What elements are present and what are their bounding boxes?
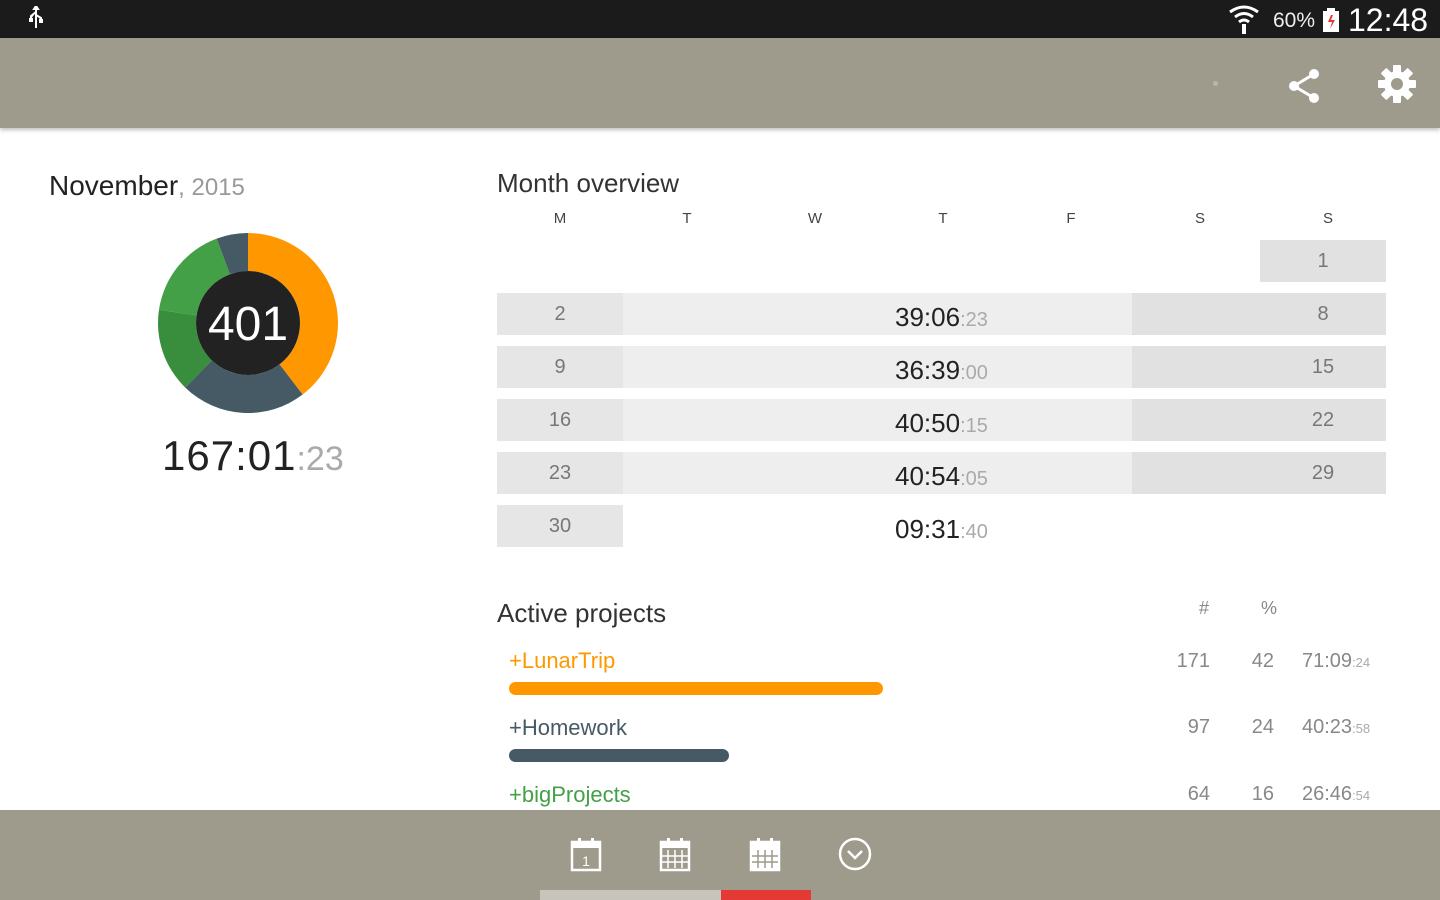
count-column-header: #: [1199, 598, 1210, 618]
entry-count: 401: [208, 298, 288, 351]
project-time-sec: :54: [1352, 788, 1371, 803]
calendar-day: 15: [1311, 355, 1335, 378]
usb-icon: [26, 4, 46, 35]
tab-indicator-track: [540, 890, 721, 900]
calendar-day: 8: [1317, 302, 1329, 325]
month-total-sec: :23: [296, 440, 344, 478]
project-time-sec: :24: [1352, 655, 1371, 670]
project-name: +bigProjects: [509, 782, 631, 807]
calendar-weekend[interactable]: 8: [1132, 293, 1386, 335]
project-time-hm: 26:46: [1302, 783, 1353, 805]
project-count: 171: [1176, 650, 1210, 672]
project-time-hm: 71:09: [1302, 650, 1353, 672]
week-total-hm: 36:39: [895, 355, 961, 385]
bottom-nav-bar: 1: [0, 810, 1440, 900]
project-percent: 42: [1251, 650, 1274, 672]
month-name: November: [49, 170, 179, 201]
battery-icon: [1322, 8, 1340, 37]
week-total-hm: 40:54: [895, 461, 961, 491]
wifi-icon: [1228, 4, 1260, 39]
week-total-hm: 09:31: [895, 514, 961, 544]
calendar-day: 22: [1311, 408, 1335, 431]
calendar-day[interactable]: 23: [497, 452, 623, 494]
month-overview-title: Month overview: [497, 168, 680, 198]
month-total-hm: 167:01: [162, 432, 297, 479]
calendar-weekend[interactable]: 29: [1132, 452, 1386, 494]
project-count: 97: [1187, 716, 1210, 738]
weekday-header: T: [938, 210, 948, 227]
calendar-month-icon[interactable]: [747, 836, 783, 872]
project-time-sec: :58: [1352, 721, 1371, 736]
tab-indicator-active: [721, 890, 811, 900]
calendar-day: 29: [1311, 461, 1335, 484]
week-total-sec: :40: [960, 521, 988, 543]
week-total: 36:39:00: [895, 355, 988, 386]
week-total: 39:06:23: [895, 302, 988, 333]
calendar-day[interactable]: 1: [1260, 240, 1386, 282]
project-donut-chart: 401: [158, 233, 338, 413]
week-total-hm: 40:50: [895, 408, 961, 438]
project-name: +LunarTrip: [509, 648, 616, 673]
percent-column-header: %: [1261, 598, 1278, 618]
status-bar: 60% 12:48: [0, 0, 1440, 38]
week-total: 09:31:40: [895, 514, 988, 545]
weekday-header: T: [682, 210, 692, 227]
weekday-header: S: [1322, 210, 1333, 227]
project-name: +Homework: [509, 715, 627, 740]
share-icon[interactable]: [1283, 65, 1327, 114]
week-total-sec: :15: [960, 415, 988, 437]
project-count: 64: [1187, 783, 1210, 805]
clock-check-icon[interactable]: [837, 836, 873, 872]
settings-icon[interactable]: [1375, 62, 1419, 111]
calendar-day[interactable]: 16: [497, 399, 623, 441]
weekday-header: F: [1066, 210, 1076, 227]
calendar-week-icon[interactable]: [657, 836, 693, 872]
project-time-hm: 40:23: [1302, 716, 1353, 738]
week-total-hm: 39:06: [895, 302, 961, 332]
svg-text:1: 1: [582, 853, 590, 869]
month-title: November, 2015: [49, 170, 245, 202]
week-total: 40:50:15: [895, 408, 988, 439]
month-total-time: 167:01:23: [162, 432, 344, 480]
active-projects-title: Active projects: [497, 598, 667, 628]
project-time: 40:23:58: [1302, 716, 1370, 739]
week-total: 40:54:05: [895, 461, 988, 492]
calendar-day[interactable]: 9: [497, 346, 623, 388]
overflow-indicator: [1213, 81, 1218, 86]
project-percent: 24: [1251, 716, 1274, 738]
battery-percent: 60%: [1273, 9, 1316, 32]
calendar-day-icon[interactable]: 1: [568, 836, 604, 872]
weekday-header: S: [1194, 210, 1205, 227]
project-share-bar: [509, 682, 883, 695]
project-percent: 16: [1251, 783, 1274, 805]
calendar-weekend[interactable]: 22: [1132, 399, 1386, 441]
week-total-sec: :05: [960, 468, 988, 490]
weekday-header: W: [807, 210, 823, 227]
week-total-sec: :00: [960, 362, 988, 384]
status-clock: 12:48: [1348, 2, 1429, 38]
calendar-day[interactable]: 2: [497, 293, 623, 335]
month-year: , 2015: [178, 174, 245, 201]
calendar-weekend[interactable]: 15: [1132, 346, 1386, 388]
week-total-sec: :23: [960, 309, 988, 331]
action-bar: [0, 38, 1440, 128]
weekday-header: M: [553, 210, 567, 227]
project-time: 71:09:24: [1302, 650, 1370, 673]
project-share-bar: [509, 749, 729, 762]
project-time: 26:46:54: [1302, 783, 1370, 806]
calendar-day[interactable]: 30: [497, 505, 623, 547]
